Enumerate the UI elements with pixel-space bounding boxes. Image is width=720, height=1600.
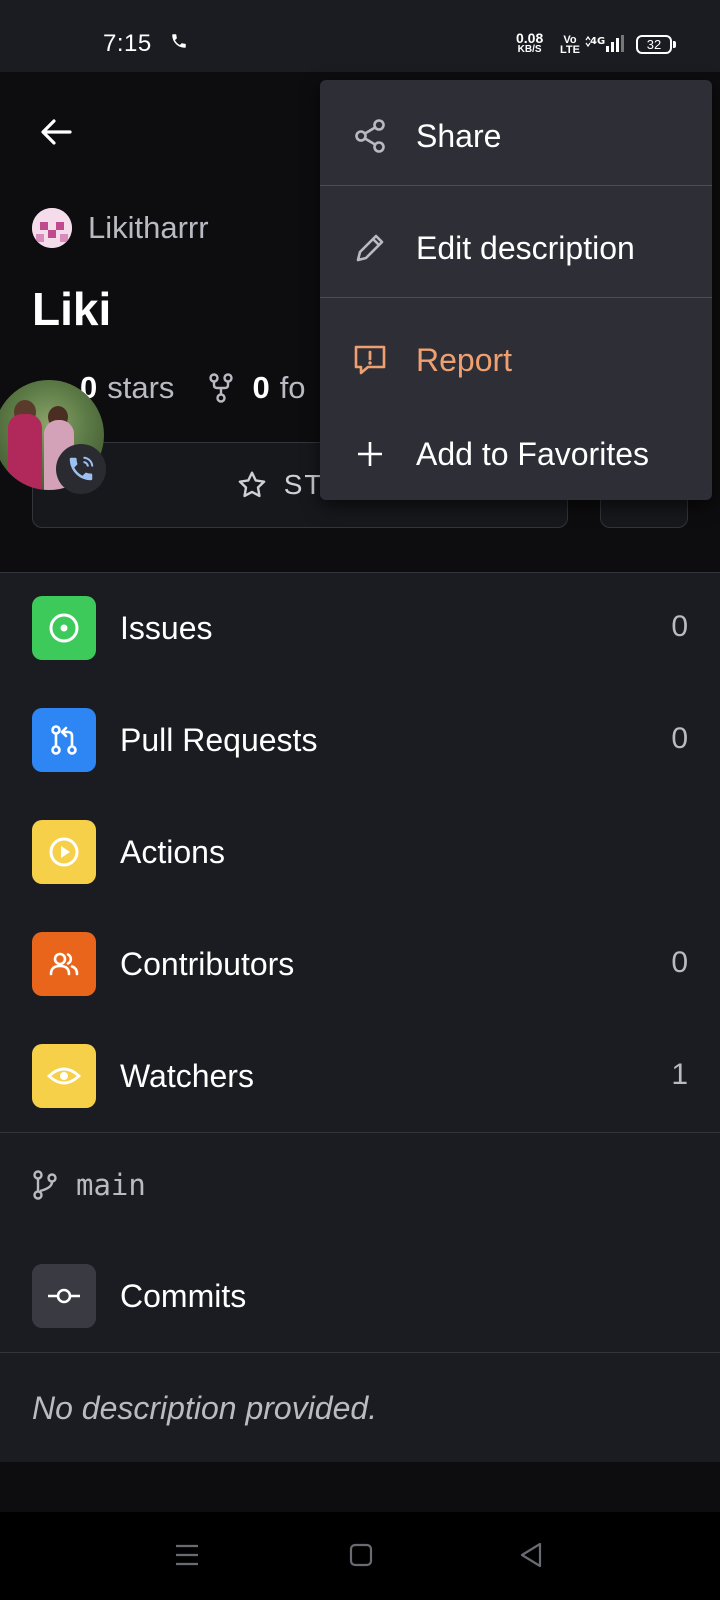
repo-description: No description provided. <box>32 1390 378 1426</box>
row-count: 0 <box>671 946 688 979</box>
pull-request-icon <box>32 708 96 772</box>
row-label: Contributors <box>120 946 295 982</box>
home-icon[interactable] <box>348 1542 374 1568</box>
system-nav-bar <box>0 1512 720 1600</box>
eye-icon <box>32 1044 96 1108</box>
menu-item-edit-description[interactable]: Edit description <box>320 192 712 304</box>
battery-indicator: 32 <box>636 35 676 54</box>
net-speed-unit: KB/S <box>517 44 542 55</box>
branch-selector[interactable]: main <box>32 1168 146 1202</box>
menu-item-label: Add to Favorites <box>416 436 649 472</box>
forks-count: 0 <box>252 370 270 405</box>
repo-stats: 0 stars 0 fo <box>80 370 306 406</box>
menu-item-label: Share <box>416 118 502 154</box>
overflow-menu: Share Edit description Report Add to Fav… <box>320 80 712 500</box>
people-icon <box>32 932 96 996</box>
fork-icon <box>209 373 234 403</box>
star-icon <box>238 471 266 498</box>
row-label: Issues <box>120 610 213 646</box>
back-arrow-icon[interactable] <box>36 112 76 152</box>
play-icon <box>32 820 96 884</box>
row-issues[interactable]: Issues 0 <box>0 572 720 684</box>
row-actions[interactable]: Actions <box>0 796 720 908</box>
svg-text:4G: 4G <box>590 36 605 47</box>
signal-icon: 4G <box>585 35 624 52</box>
row-watchers[interactable]: Watchers 1 <box>0 1020 720 1132</box>
pencil-icon <box>356 234 384 262</box>
row-contributors[interactable]: Contributors 0 <box>0 908 720 1020</box>
volte-bottom: LTE <box>560 44 580 56</box>
row-label: Pull Requests <box>120 722 318 758</box>
call-badge[interactable] <box>56 444 106 494</box>
row-label: Actions <box>120 834 225 870</box>
bottom-spacer <box>0 1462 720 1512</box>
phone-call-icon <box>172 34 186 48</box>
net-speed-value: 0.08 <box>516 30 544 46</box>
forks-label: fo <box>279 370 306 405</box>
report-icon <box>354 345 386 375</box>
menu-item-label: Report <box>416 342 513 378</box>
row-commits[interactable]: Commits <box>0 1240 720 1352</box>
commit-icon <box>32 1264 96 1328</box>
owner-avatar <box>32 208 72 248</box>
back-icon[interactable] <box>518 1541 544 1569</box>
status-bar: 7:15 0.08 KB/S Vo LTE 4G 32 <box>0 0 720 72</box>
branch-icon <box>33 1170 57 1200</box>
menu-item-label: Edit description <box>416 230 635 266</box>
row-label: Watchers <box>120 1058 254 1094</box>
clock: 7:15 <box>103 30 152 57</box>
branch-name: main <box>76 1168 146 1202</box>
menu-item-add-to-favorites[interactable]: Add to Favorites <box>320 398 712 510</box>
issue-icon <box>32 596 96 660</box>
network-speed: 0.08 KB/S <box>516 30 544 55</box>
divider <box>0 1352 720 1353</box>
phone-wifi-call-icon <box>69 456 94 481</box>
row-count: 1 <box>671 1058 688 1091</box>
owner-name: Likitharrr <box>88 210 209 245</box>
volte-indicator: Vo LTE <box>560 35 580 56</box>
menu-divider <box>320 185 712 186</box>
stars-label: stars <box>107 370 175 405</box>
row-count: 0 <box>671 610 688 643</box>
repo-title: Liki <box>32 283 112 335</box>
row-pull-requests[interactable]: Pull Requests 0 <box>0 684 720 796</box>
plus-icon <box>358 442 382 466</box>
divider <box>0 1132 720 1133</box>
menu-item-share[interactable]: Share <box>320 80 712 192</box>
menu-divider <box>320 297 712 298</box>
row-count: 0 <box>671 722 688 755</box>
repo-owner[interactable]: Likitharrr <box>32 208 209 248</box>
row-label: Commits <box>120 1278 247 1314</box>
menu-icon[interactable] <box>174 1542 200 1568</box>
share-icon <box>355 119 385 153</box>
